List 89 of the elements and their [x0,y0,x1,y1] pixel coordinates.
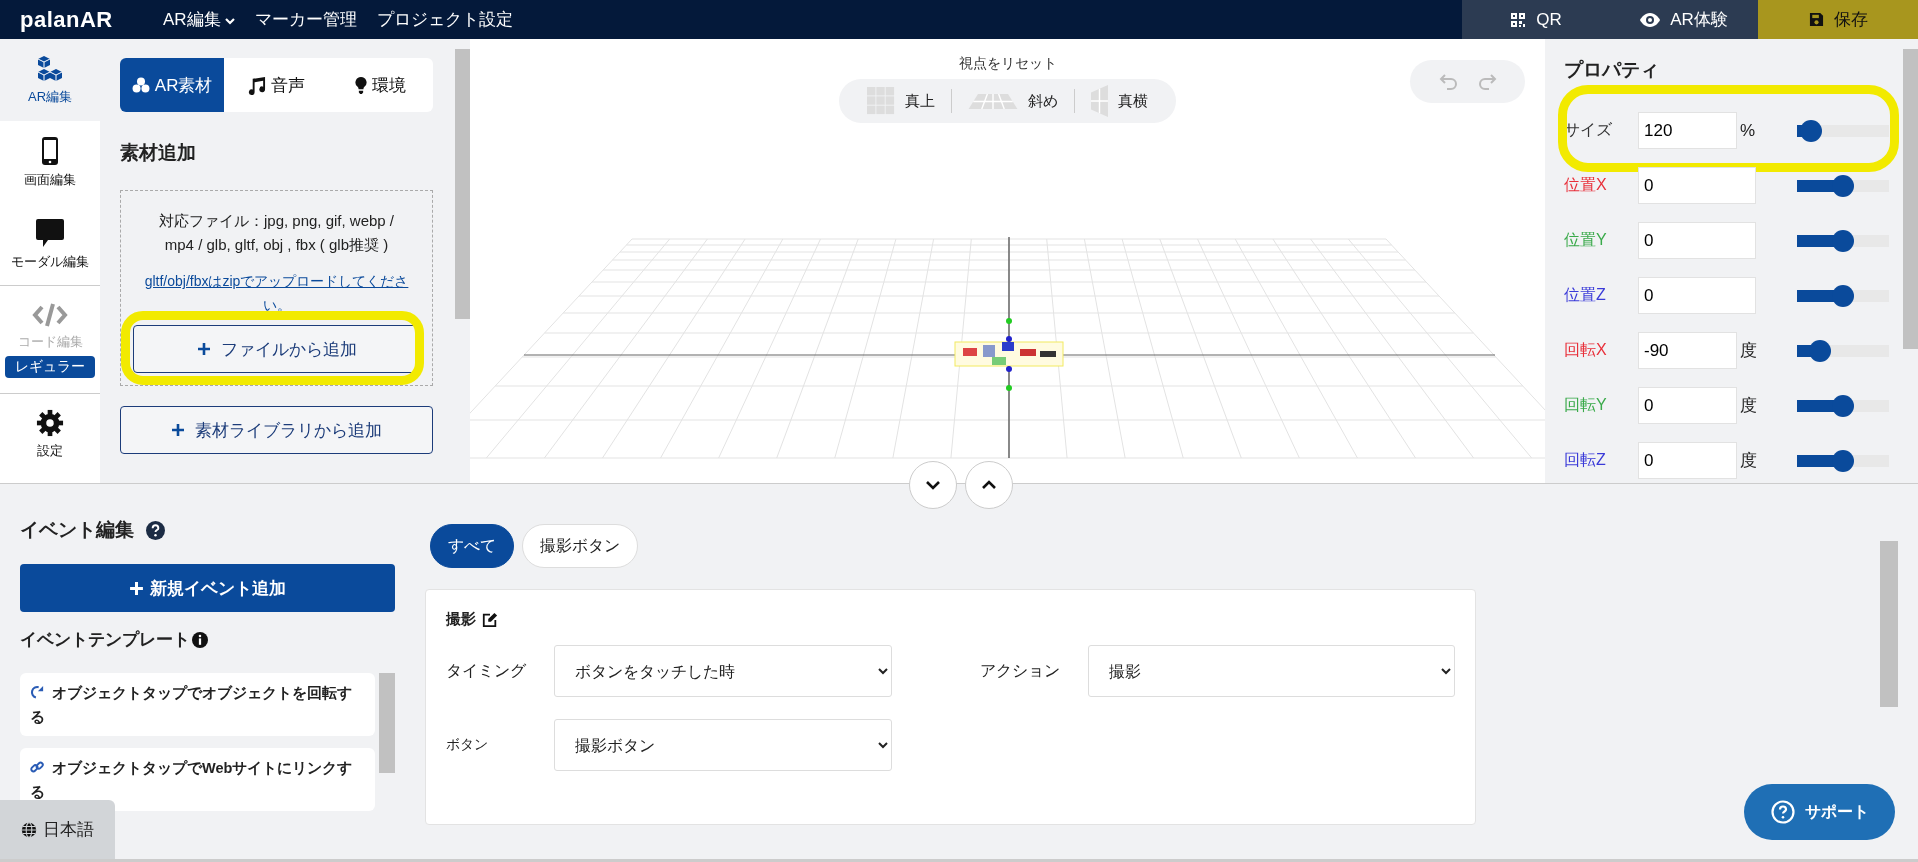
number-field[interactable]: 0 [1638,167,1756,204]
side-grid-icon [1091,85,1108,117]
help-icon[interactable] [146,520,165,540]
reset-view-label[interactable]: 視点をリセット [958,55,1057,73]
music-note-icon [247,75,267,95]
select-field[interactable]: 撮影 [1088,645,1455,697]
view-button[interactable]: 斜め [962,91,1064,111]
tab[interactable]: 音声 [224,58,329,112]
eye-icon [1640,12,1661,27]
slider[interactable] [1797,174,1889,197]
plus-icon [196,342,211,356]
plan-badge: レギュラー [5,355,95,378]
template-item[interactable]: オブジェクトタップでオブジェクトを回転する [20,673,376,736]
slider-thumb[interactable] [1832,229,1854,252]
panel-title: プロパティ [1564,58,1660,82]
unit-label: 度 [1739,450,1758,472]
cubes-icon [131,77,150,93]
number-field[interactable]: 120 [1638,112,1737,149]
logo[interactable]: palanAR [20,6,163,33]
plus-icon [129,580,144,596]
chevron-down-icon [926,480,940,490]
add-event-button[interactable]: 新規イベント追加 [20,564,395,612]
number-field[interactable]: 0 [1638,222,1756,259]
number-field[interactable]: 0 [1638,277,1756,314]
tilted-grid-icon [968,93,1018,109]
select-field[interactable]: ボタンをタッチした時 [554,645,892,697]
filter-chip[interactable]: すべて [430,524,514,568]
number-field[interactable]: -90 [1638,332,1737,369]
info-icon[interactable] [192,631,208,648]
view-button[interactable]: 真上 [861,87,941,115]
unit-label: % [1739,120,1757,141]
property-label: 位置Y [1564,230,1608,250]
tab[interactable]: AR素材 [120,58,225,112]
property-label: 回転X [1564,340,1608,360]
chevron-up-icon [982,480,996,490]
save-button[interactable]: 保存 [1758,0,1918,39]
section-heading: イベントテンプレート [20,629,190,651]
edit-icon[interactable] [482,611,498,628]
nav-menu-item[interactable]: マーカー管理 [254,8,357,31]
settings-icon [36,409,64,437]
slider-thumb[interactable] [1809,339,1831,362]
unit-label: 度 [1739,395,1758,417]
property-label: 位置Z [1564,285,1607,305]
section-heading: イベント編集 [20,518,134,542]
light-bulb-icon [355,75,368,95]
nav-menu-item[interactable]: プロジェクト設定 [376,8,513,31]
nav-menu-item[interactable]: AR編集 [163,8,235,31]
slider-thumb[interactable] [1832,394,1854,417]
slider-thumb[interactable] [1832,284,1854,307]
field-label: タイミング [446,660,527,681]
link-icon [30,759,44,774]
sidebar-item[interactable]: モーダル編集 [0,203,100,285]
slider-thumb[interactable] [1832,449,1854,472]
sidebar-item[interactable]: 画面編集 [0,121,100,203]
property-label: 回転Y [1564,395,1608,415]
support-button[interactable]: サポート [1744,784,1895,840]
field-label: ボタン [446,736,489,754]
property-label: サイズ [1564,120,1613,140]
preview-button[interactable]: AR体験 [1610,0,1758,39]
select-field[interactable]: 撮影ボタン [554,719,892,771]
field-label: アクション [980,660,1061,681]
unit-label: 度 [1739,340,1758,362]
smartphone-icon [41,135,59,166]
qr-code-icon [1510,11,1527,28]
add-from-library-button[interactable]: 素材ライブラリから追加 [120,406,433,454]
help-icon [1770,800,1795,824]
property-label: 回転Z [1564,450,1607,470]
supported-formats-text: 対応ファイル：jpg, png, gif, webp / mp4 / glb, gltf, obj , fbx ( glb推奨 ) [157,211,396,255]
number-field[interactable]: 0 [1638,387,1737,424]
section-heading: 素材追加 [120,141,197,165]
template-item[interactable]: オブジェクトタップでWebサイトにリンクする [20,748,376,811]
globe-icon [21,821,37,838]
plus-icon [171,423,185,437]
filter-chip[interactable]: 撮影ボタン [522,524,638,568]
property-label: 位置X [1564,175,1608,195]
code-icon [32,301,68,328]
slider-thumb[interactable] [1799,119,1822,142]
sidebar-item[interactable]: AR編集 [0,39,100,121]
qr-button[interactable]: QR [1462,0,1610,39]
number-field[interactable]: 0 [1638,442,1737,479]
cubes-icon [35,54,65,83]
event-title: 撮影 [446,610,476,629]
caret-icon [224,16,235,25]
slider-thumb[interactable] [1832,174,1854,197]
language-button[interactable]: 日本語 [0,800,115,859]
speech-bubble-icon [35,217,65,248]
tab[interactable]: 環境 [328,58,433,112]
rotate-icon [30,684,44,699]
view-button[interactable]: 真横 [1085,85,1154,117]
